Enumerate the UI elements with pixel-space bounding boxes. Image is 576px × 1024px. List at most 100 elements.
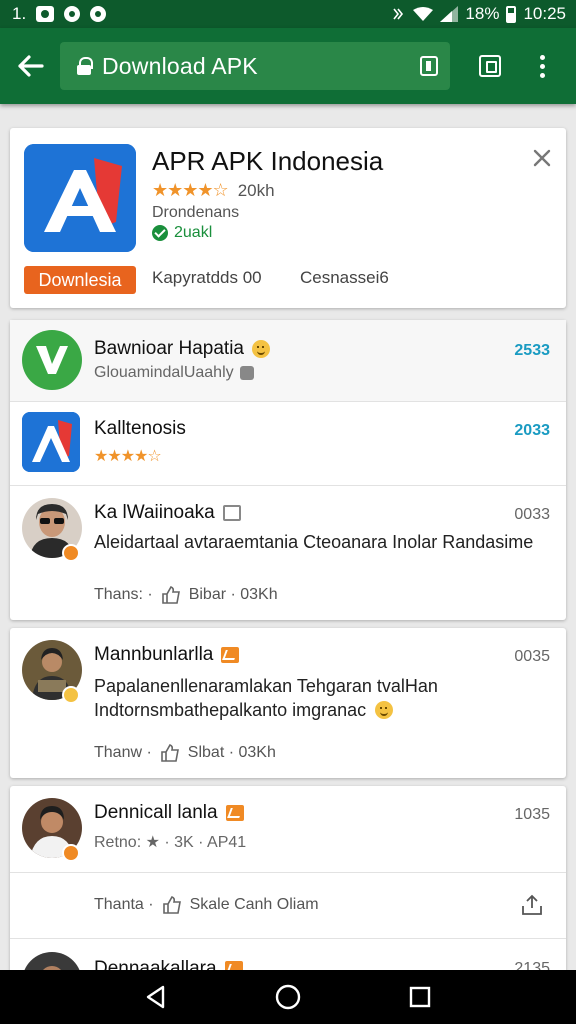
vibrate-icon — [393, 8, 404, 20]
like-icon[interactable] — [160, 744, 180, 762]
post-action-right: Slbat · 03Kh — [187, 744, 276, 761]
clock: 10:25 — [523, 4, 566, 23]
nav-home-button[interactable] — [268, 977, 308, 1017]
app-logo-icon — [22, 412, 80, 472]
like-icon[interactable] — [162, 896, 182, 914]
check-circle-icon — [152, 225, 168, 241]
nav-back-button[interactable] — [136, 977, 176, 1017]
list-item-title: Kalltenosis — [94, 418, 186, 439]
nav-recents-button[interactable] — [400, 977, 440, 1017]
app-meta-1: Kapyratdds 00 — [152, 268, 262, 287]
close-button[interactable] — [530, 146, 554, 170]
triangle-back-icon — [146, 985, 165, 1009]
image-icon — [224, 961, 243, 970]
notification-dot-icon-2 — [90, 6, 107, 22]
list-item-subtitle: GlouamindalUaahly — [94, 364, 254, 382]
signal-icon — [440, 6, 459, 22]
post-time: 0035 — [514, 648, 550, 665]
avatar-badge-icon — [62, 844, 80, 862]
app-meta-2: Cesnassei6 — [300, 268, 389, 287]
app-logo-v-icon — [22, 330, 82, 390]
camera-icon — [239, 366, 254, 380]
rating-stars: ★★★★☆ — [152, 180, 229, 200]
lock-icon — [76, 57, 93, 75]
post-card[interactable]: Mannbunlarlla Papalanenllenaramlakan Teh… — [10, 628, 566, 778]
post-actions: Thans: · Bibar · 03Kh — [94, 586, 278, 604]
status-left-text: 1. — [12, 4, 27, 23]
app-logo-icon — [24, 144, 136, 252]
post-author-text: Mannbunlarlla — [94, 644, 214, 665]
avatar — [22, 952, 82, 970]
list-item[interactable]: Kalltenosis ★★★★☆ 2033 — [10, 402, 566, 486]
rating-stars: ★★★★☆ — [94, 448, 162, 465]
post-action-right: Skale Canh Oliam — [189, 896, 319, 913]
post-actions: Thanw · Slbat · 03Kh — [94, 744, 276, 762]
circle-home-icon — [275, 984, 301, 1010]
post-action-right: Bibar · 03Kh — [188, 586, 278, 603]
verified-row: 2uakl — [152, 224, 212, 242]
tabs-icon — [479, 55, 501, 77]
page-info-icon[interactable] — [420, 56, 438, 76]
image-icon — [221, 647, 240, 663]
list-item-rating: ★★★★☆ — [94, 446, 162, 466]
app-title: APR APK Indonesia — [152, 146, 384, 176]
square-recents-icon — [409, 986, 431, 1008]
arrow-back-icon — [18, 55, 44, 77]
overflow-menu-button[interactable] — [522, 40, 562, 92]
avatar-badge-icon — [62, 544, 80, 562]
post-body: Aleidartaal avtaraemtania Cteoanara Inol… — [94, 532, 534, 552]
menu-dot-icon — [539, 63, 545, 69]
list-item-title: Bawnioar Hapatia — [94, 338, 270, 360]
post-body: Papalanenllenaramlakan Tehgaran tvalHan … — [94, 674, 534, 722]
list-item[interactable]: Bawnioar Hapatia GlouamindalUaahly 2533 — [10, 320, 566, 402]
list-item-time: 2033 — [514, 422, 550, 439]
download-button[interactable]: Downlesia — [24, 266, 136, 294]
post-author: Dennaakallara — [94, 958, 243, 970]
post-author-text: Ka lWaiinoaka — [94, 502, 215, 523]
tabs-button[interactable] — [464, 40, 516, 92]
system-nav-bar — [0, 970, 576, 1024]
verified-text: 2uakl — [174, 224, 213, 241]
like-icon[interactable] — [161, 586, 181, 604]
close-icon — [533, 149, 551, 167]
post-item[interactable]: Ka lWaiinoaka Aleidartaal avtaraemtania … — [10, 486, 566, 620]
post-card[interactable]: Dennicall lanla Retno: ★ · 3K · AP41 Tha… — [10, 786, 566, 970]
post-time: 0033 — [514, 506, 550, 523]
divider — [10, 872, 566, 873]
post-time: 1035 — [514, 806, 550, 823]
post-action-left[interactable]: Thanw · — [94, 744, 152, 762]
post-action-left[interactable]: Thans: · — [94, 586, 153, 604]
menu-dot-icon — [539, 54, 545, 60]
list-item-subtitle-text: GlouamindalUaahly — [94, 364, 234, 381]
rating-count: 20kh — [237, 180, 275, 200]
post-author: Dennicall lanla — [94, 802, 244, 824]
emoji-icon — [251, 340, 270, 358]
url-bar[interactable]: Download APK — [60, 42, 450, 90]
back-button[interactable] — [4, 40, 56, 92]
browser-toolbar: Download APK — [0, 28, 576, 104]
list-item-time: 2533 — [514, 342, 550, 359]
developer-name: Drondenans — [152, 204, 240, 221]
post-actions: Thanta · Skale Canh Oliam — [94, 896, 319, 914]
post-time: 2135 — [514, 960, 550, 970]
post-action-left[interactable]: Thanta · — [94, 896, 154, 914]
feed-card: Bawnioar Hapatia GlouamindalUaahly 2533 … — [10, 320, 566, 620]
notification-dot-icon — [64, 6, 81, 22]
battery-icon — [506, 5, 517, 23]
post-author-text: Dennicall lanla — [94, 802, 218, 823]
status-bar: 1. 18% 10:25 — [0, 0, 576, 28]
wifi-icon — [413, 7, 434, 21]
menu-dot-icon — [539, 72, 545, 78]
divider — [10, 938, 566, 939]
rating-row: ★★★★☆ 20kh — [152, 180, 275, 201]
notification-icon — [36, 6, 55, 22]
share-icon[interactable] — [520, 894, 544, 916]
image-icon — [225, 805, 244, 821]
avatar-badge-icon — [62, 686, 80, 704]
app-card: APR APK Indonesia ★★★★☆ 20kh Drondenans … — [10, 128, 566, 308]
post-author: Ka lWaiinoaka — [94, 502, 241, 524]
list-item-title-text: Bawnioar Hapatia — [94, 338, 244, 359]
image-icon — [222, 505, 241, 521]
page-content: APR APK Indonesia ★★★★☆ 20kh Drondenans … — [0, 104, 576, 970]
emoji-icon — [375, 701, 394, 719]
